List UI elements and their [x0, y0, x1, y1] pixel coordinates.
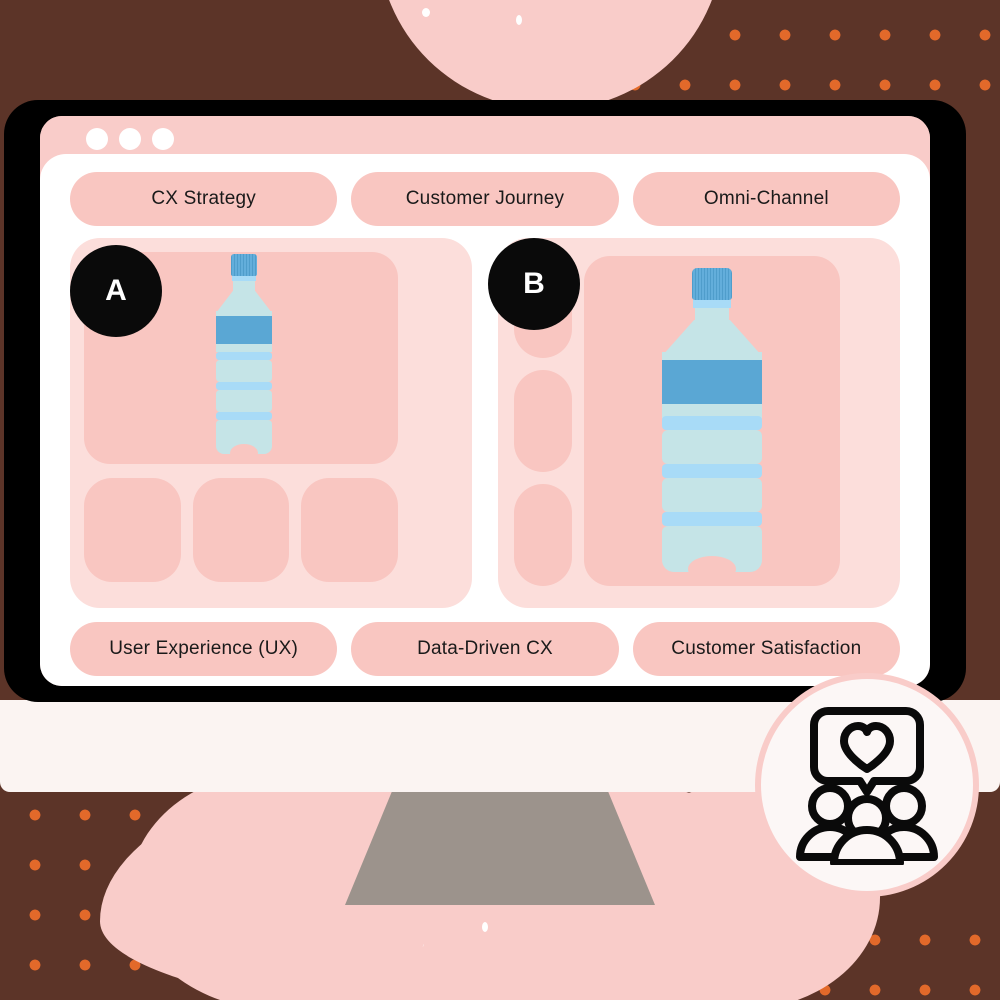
product-image-bottle-a — [190, 252, 292, 462]
variant-b-hero-card[interactable] — [584, 256, 840, 586]
bottle-label-band — [216, 316, 272, 344]
poster-canvas: CX Strategy Customer Journey Omni-Channe… — [0, 0, 1000, 1000]
tab-cx-strategy[interactable]: CX Strategy — [70, 172, 338, 226]
variant-b-badge: B — [488, 238, 580, 330]
bottle-label-band — [662, 360, 762, 404]
tab-row-top: CX Strategy Customer Journey Omni-Channe… — [70, 172, 900, 226]
bottle-segment — [662, 430, 762, 464]
bottle-segment — [216, 390, 272, 412]
tab-user-experience[interactable]: User Experience (UX) — [70, 622, 338, 676]
tab-customer-journey[interactable]: Customer Journey — [351, 172, 619, 226]
bottle-shoulder — [216, 291, 272, 313]
bottle-segment — [216, 344, 272, 352]
ab-comparison-panels — [70, 238, 900, 608]
tab-data-driven-cx[interactable]: Data-Driven CX — [351, 622, 619, 676]
speckle — [482, 922, 488, 932]
bottle-cap — [231, 254, 257, 276]
bottle-grip-ring — [662, 464, 762, 478]
window-minimize-dot-icon[interactable] — [119, 128, 141, 150]
variant-a-thumbnail-1[interactable] — [84, 478, 181, 582]
bottle-base-notch — [688, 556, 736, 582]
bottle-grip-ring — [662, 512, 762, 526]
variant-a-thumbnail-2[interactable] — [192, 478, 290, 582]
tab-omni-channel[interactable]: Omni-Channel — [632, 172, 900, 226]
customer-satisfaction-logo — [755, 673, 979, 897]
variant-a-badge: A — [70, 245, 162, 337]
bottle-grip-ring — [216, 412, 272, 420]
bottle-segment — [216, 360, 272, 382]
variant-b-thumbnail-2[interactable] — [514, 370, 572, 472]
variant-a-thumbnail-3[interactable] — [301, 478, 399, 582]
window-maximize-dot-icon[interactable] — [152, 128, 174, 150]
bottle-grip-ring — [216, 352, 272, 360]
bottle-segment — [662, 478, 762, 512]
customers-heart-feedback-icon — [796, 707, 938, 865]
speckle — [516, 15, 522, 25]
window-close-dot-icon[interactable] — [86, 128, 108, 150]
bottle-base-notch — [230, 444, 258, 462]
bottle-neck — [695, 308, 729, 320]
bottle-neck — [233, 281, 255, 291]
bottle-grip-ring — [662, 416, 762, 430]
variant-a-thumbnail-row — [84, 478, 399, 582]
browser-content-area: CX Strategy Customer Journey Omni-Channe… — [40, 154, 930, 686]
bottle-cap — [692, 268, 732, 300]
bottle-grip-ring — [216, 382, 272, 390]
tab-row-bottom: User Experience (UX) Data-Driven CX Cust… — [70, 622, 900, 676]
speckle — [422, 8, 430, 17]
bottle-shoulder — [662, 320, 762, 356]
product-image-bottle-b — [636, 264, 788, 582]
variant-b-thumbnail-3[interactable] — [514, 484, 572, 586]
bottle-collar — [693, 300, 731, 308]
tab-customer-satisfaction[interactable]: Customer Satisfaction — [632, 622, 900, 676]
